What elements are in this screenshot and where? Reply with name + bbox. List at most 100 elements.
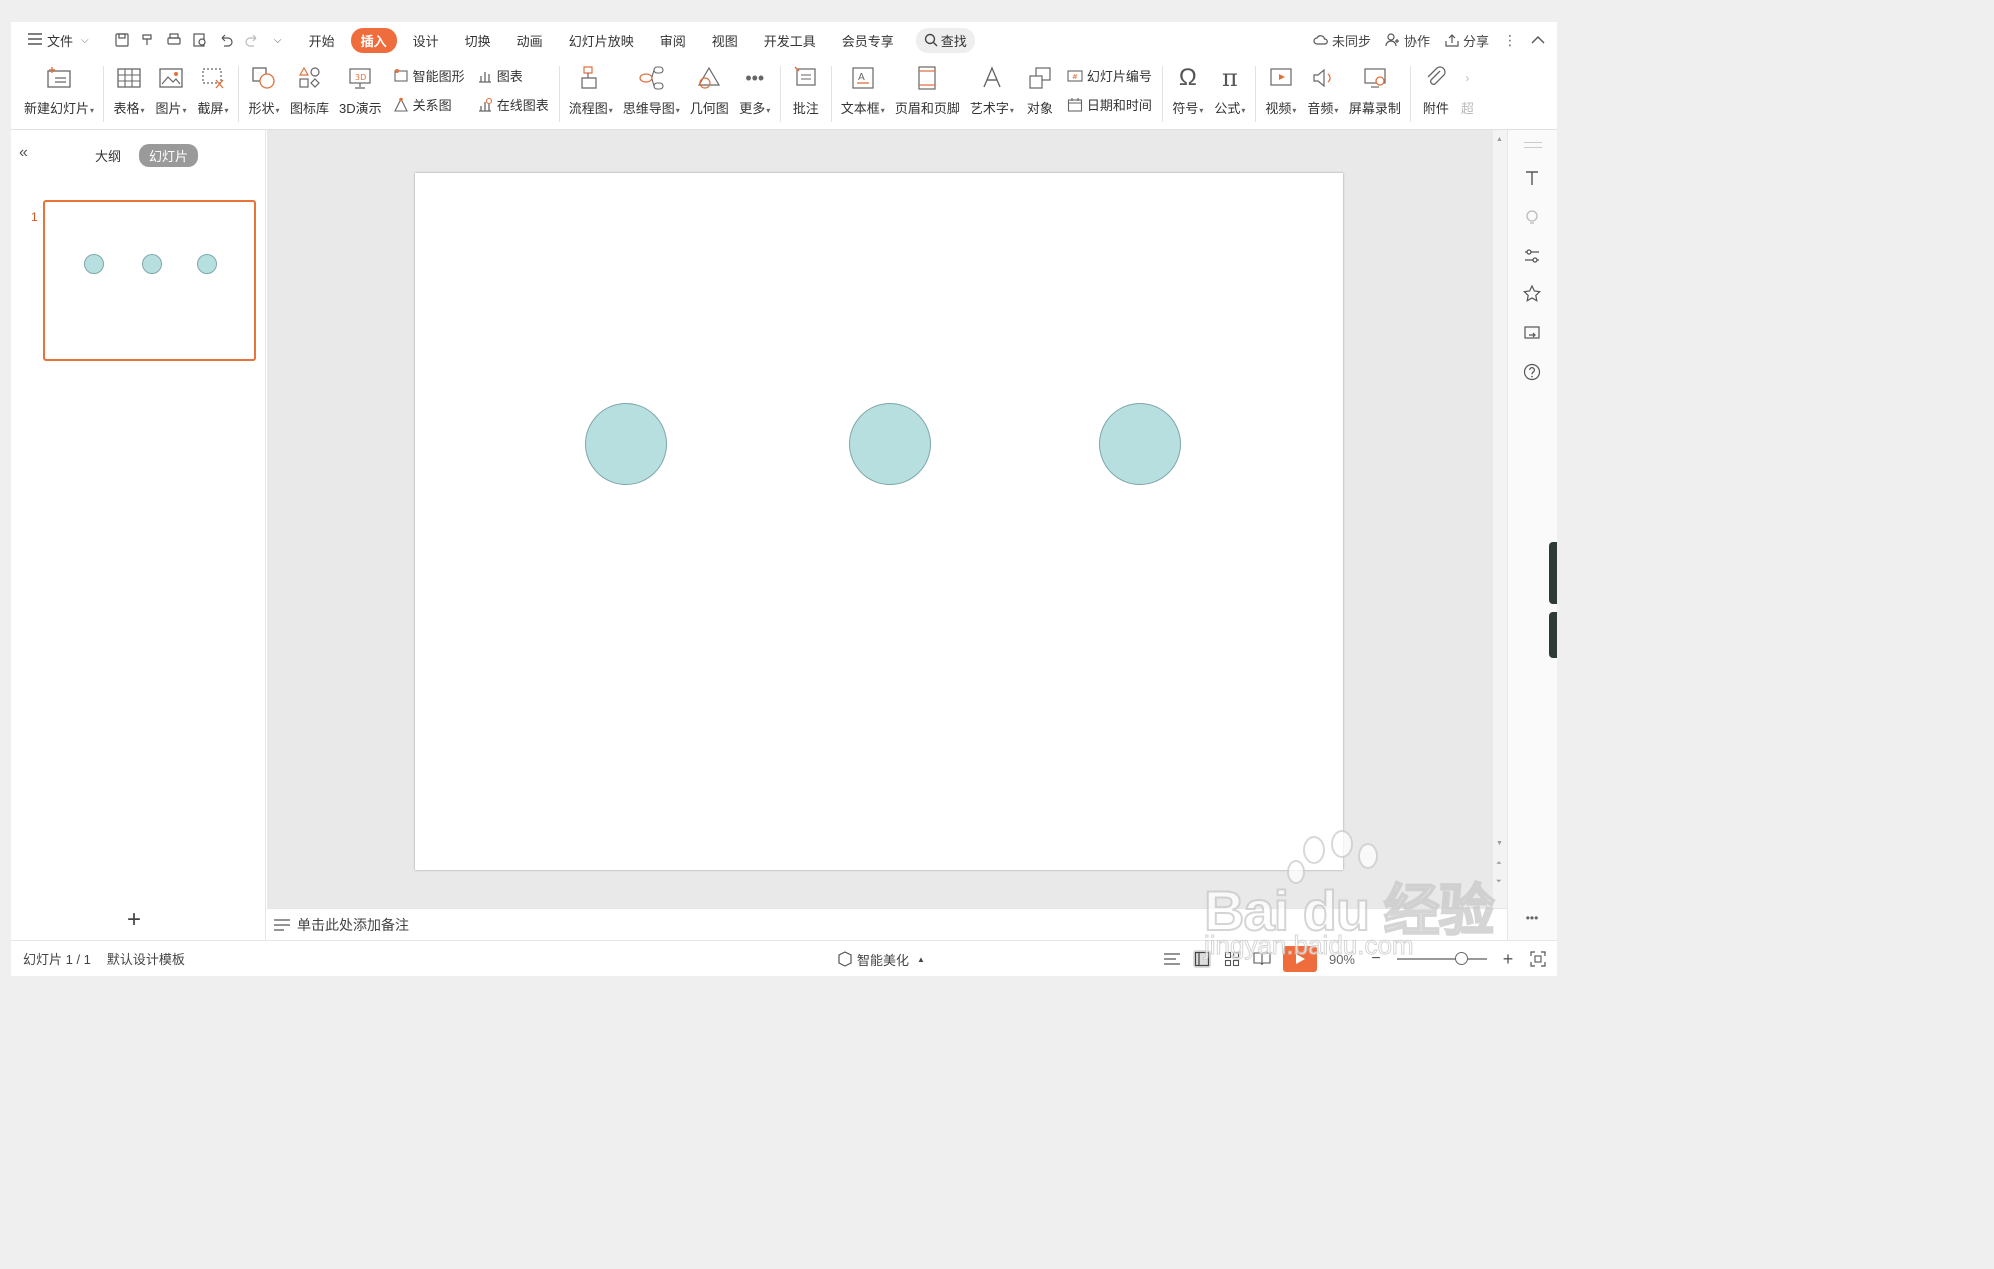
template-status[interactable]: 默认设计模板	[107, 949, 185, 968]
tab-developer[interactable]: 开发工具	[754, 28, 826, 53]
zoom-slider[interactable]	[1397, 952, 1487, 965]
play-slideshow-button[interactable]	[1282, 946, 1317, 972]
adjust-icon[interactable]	[1520, 244, 1544, 268]
circle-shape-1[interactable]	[585, 403, 667, 485]
next-slide-icon[interactable]: ⏷	[1496, 878, 1502, 886]
geometry-button[interactable]: 几何图	[685, 58, 734, 117]
wordart-button[interactable]: 艺术字▾	[965, 58, 1019, 117]
flowchart-button[interactable]: 流程图▾	[564, 58, 618, 117]
tab-animations[interactable]: 动画	[507, 28, 553, 53]
overflow-button[interactable]: › 超	[1457, 58, 1473, 117]
symbol-button[interactable]: Ω 符号▾	[1167, 58, 1209, 117]
tab-view[interactable]: 视图	[702, 28, 748, 53]
tab-member[interactable]: 会员专享	[832, 28, 904, 53]
slide-thumbnail[interactable]	[43, 200, 256, 361]
side-handle[interactable]	[1549, 612, 1557, 658]
format-painter-icon[interactable]	[139, 31, 157, 49]
relation-button[interactable]: 关系图	[393, 95, 465, 114]
print-icon[interactable]	[165, 31, 183, 49]
file-menu[interactable]: 文件 ⌵	[11, 22, 95, 58]
formula-button[interactable]: π 公式▾	[1209, 58, 1251, 117]
customize-toolbar-icon[interactable]: ⌵	[269, 31, 287, 49]
more-horizontal-icon[interactable]: •••	[1520, 906, 1544, 930]
tab-outline[interactable]: 大纲	[85, 144, 131, 167]
notes-bar[interactable]: 单击此处添加备注	[267, 908, 1507, 940]
tab-slideshow[interactable]: 幻灯片放映	[559, 28, 644, 53]
prev-slide-icon[interactable]: ⏶	[1496, 860, 1502, 868]
picture-button[interactable]: 图片▾	[150, 58, 192, 117]
zoom-in-icon[interactable]: +	[1499, 949, 1517, 969]
hamburger-icon	[27, 32, 43, 49]
beautify-button[interactable]: 智能美化 ▲	[837, 941, 925, 976]
slide-switch-icon[interactable]	[1520, 322, 1544, 346]
more-vertical-icon[interactable]: ⋮	[1503, 32, 1517, 49]
textbox-button[interactable]: A 文本框▾	[836, 58, 890, 117]
new-slide-button[interactable]: 新建幻灯片▾	[19, 58, 99, 117]
more-button[interactable]: ••• 更多▾	[734, 58, 776, 117]
circle-shape-2[interactable]	[849, 403, 931, 485]
zoom-level[interactable]: 90%	[1329, 952, 1355, 967]
sync-button[interactable]: 未同步	[1313, 31, 1371, 50]
relation-icon	[393, 97, 409, 113]
circle-shape-3[interactable]	[1099, 403, 1181, 485]
comment-button[interactable]: 批注	[785, 58, 827, 117]
screen-record-button[interactable]: 屏幕录制	[1344, 58, 1406, 117]
tab-transitions[interactable]: 切换	[455, 28, 501, 53]
object-button[interactable]: 对象	[1019, 58, 1061, 117]
share-label: 分享	[1462, 33, 1489, 49]
screenshot-button[interactable]: 截屏▾	[192, 58, 234, 117]
search-box[interactable]: 查找	[915, 27, 975, 53]
video-label: 视频	[1265, 101, 1292, 116]
share-button[interactable]: 分享	[1444, 31, 1489, 50]
scroll-up-icon[interactable]: ▲	[1496, 136, 1503, 143]
grid-view-icon[interactable]	[1223, 950, 1241, 968]
text-format-icon[interactable]	[1520, 166, 1544, 190]
help-icon[interactable]	[1520, 360, 1544, 384]
plus-icon[interactable]: +	[127, 906, 141, 934]
audio-button[interactable]: 音频▾	[1302, 58, 1344, 117]
smart-art-button[interactable]: 智能图形	[393, 66, 465, 85]
header-footer-button[interactable]: 页眉和页脚	[890, 58, 965, 117]
notes-toggle-icon[interactable]	[1163, 950, 1181, 968]
collapse-panel-icon[interactable]: «	[19, 144, 28, 162]
print-preview-icon[interactable]	[191, 31, 209, 49]
zoom-out-icon[interactable]: −	[1367, 950, 1385, 968]
scroll-down-icon[interactable]: ▼	[1496, 840, 1503, 847]
undo-icon[interactable]	[217, 31, 235, 49]
star-icon[interactable]	[1520, 282, 1544, 306]
attachment-button[interactable]: 附件	[1415, 58, 1457, 117]
3d-demo-button[interactable]: 3D 3D演示	[334, 58, 387, 117]
datetime-button[interactable]: 日期和时间	[1067, 95, 1152, 114]
online-chart-button[interactable]: 在线图表	[477, 95, 549, 114]
tab-review[interactable]: 审阅	[650, 28, 696, 53]
thumbnail-circle-shape	[84, 254, 104, 274]
slide-canvas[interactable]	[415, 173, 1343, 870]
mindmap-button[interactable]: 思维导图▾	[618, 58, 685, 117]
thumbnail-circle-shape	[142, 254, 162, 274]
reading-view-icon[interactable]	[1253, 950, 1271, 968]
tab-insert[interactable]: 插入	[350, 27, 397, 53]
separator	[1254, 66, 1256, 122]
lightbulb-icon[interactable]	[1520, 206, 1544, 230]
chart-button[interactable]: 图表	[477, 66, 549, 85]
tab-design[interactable]: 设计	[403, 28, 449, 53]
side-handle[interactable]	[1549, 542, 1557, 604]
ribbon-tabs: 开始 插入 设计 切换 动画 幻灯片放映 审阅 视图 开发工具 会员专享 查找	[299, 27, 975, 53]
save-icon[interactable]	[113, 31, 131, 49]
collapse-ribbon-icon[interactable]	[1531, 33, 1545, 48]
right-sidebar: •••	[1507, 130, 1557, 940]
tab-home[interactable]: 开始	[299, 28, 345, 53]
icon-library-button[interactable]: 图标库	[285, 58, 334, 117]
slide-number-button[interactable]: # 幻灯片编号	[1067, 66, 1152, 85]
vertical-scrollbar[interactable]: ▲ ▼ ⏶ ⏷	[1493, 130, 1507, 908]
fit-window-icon[interactable]	[1529, 950, 1547, 968]
tab-slides[interactable]: 幻灯片	[139, 144, 199, 167]
normal-view-icon[interactable]	[1192, 950, 1211, 968]
table-button[interactable]: 表格▾	[108, 58, 150, 117]
zoom-slider-knob[interactable]	[1455, 952, 1468, 965]
video-button[interactable]: 视频▾	[1260, 58, 1302, 117]
shape-button[interactable]: 形状▾	[243, 58, 285, 117]
speaker-icon	[1307, 62, 1339, 94]
collab-button[interactable]: 协作	[1385, 31, 1430, 50]
redo-icon[interactable]	[243, 31, 261, 49]
